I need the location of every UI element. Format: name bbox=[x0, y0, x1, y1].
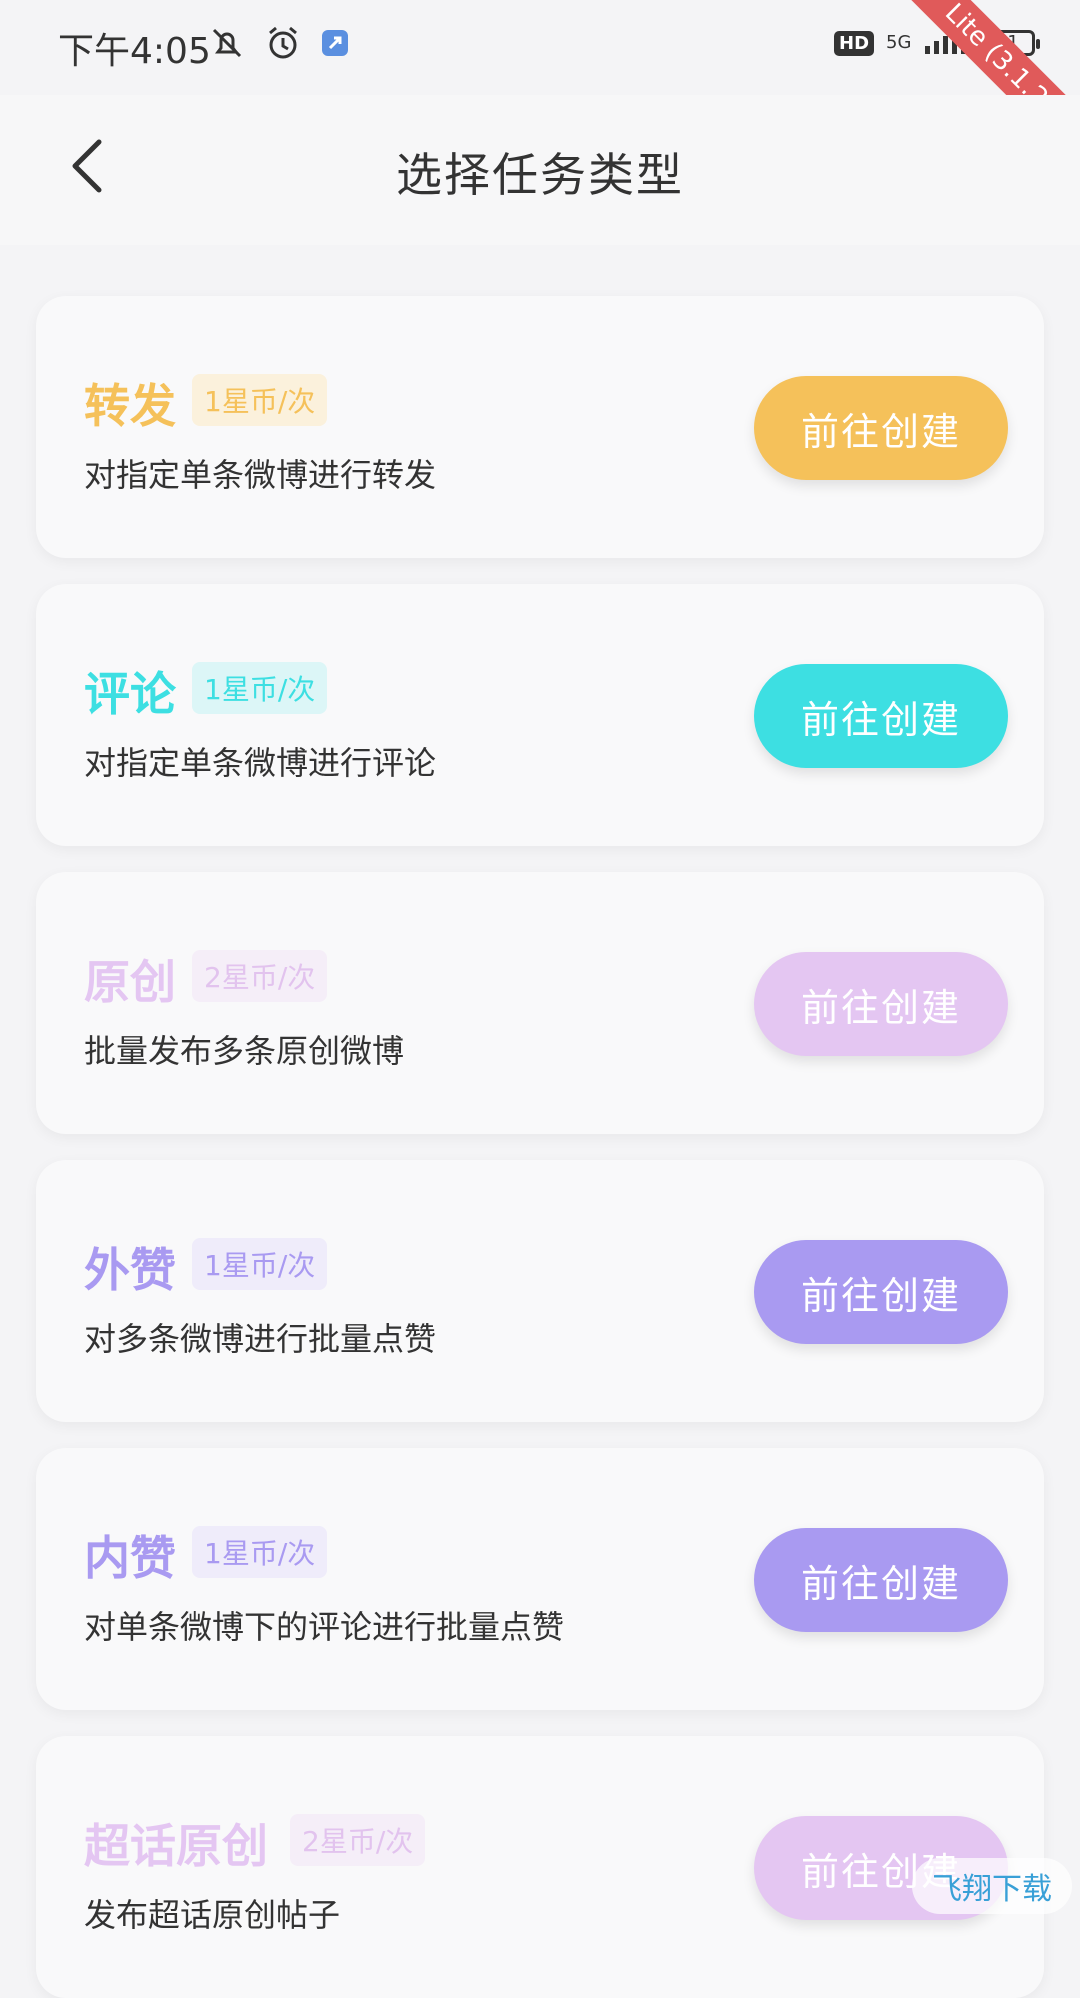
hd-badge: HD bbox=[834, 30, 875, 56]
price-tag: 1星币/次 bbox=[192, 662, 328, 714]
task-title: 评论 bbox=[84, 667, 176, 721]
task-description: 对多条微博进行批量点赞 bbox=[84, 1320, 437, 1358]
price-tag: 1星币/次 bbox=[192, 1238, 328, 1290]
task-description: 发布超话原创帖子 bbox=[84, 1896, 341, 1934]
task-card-external-like: 外赞 1星币/次 对多条微博进行批量点赞 前往创建 bbox=[36, 1160, 1044, 1422]
task-card-comment: 评论 1星币/次 对指定单条微博进行评论 前往创建 bbox=[36, 584, 1044, 846]
task-card-super-topic-original: 超话原创 2星币/次 发布超话原创帖子 前往创建 bbox=[36, 1736, 1044, 1998]
price-tag: 1星币/次 bbox=[192, 374, 328, 426]
task-description: 对单条微博下的评论进行批量点赞 bbox=[84, 1608, 565, 1646]
task-title: 内赞 bbox=[84, 1531, 176, 1585]
app-notification-icon bbox=[320, 28, 350, 62]
task-card-original: 原创 2星币/次 批量发布多条原创微博 前往创建 bbox=[36, 872, 1044, 1134]
status-bar: 下午4:05 HD 5G 71 Lite (3.1.2) bbox=[0, 0, 1080, 173]
create-button[interactable]: 前往创建 bbox=[754, 664, 1008, 768]
status-icons-left bbox=[208, 24, 350, 66]
alarm-icon bbox=[264, 24, 302, 66]
nav-bar: 选择任务类型 bbox=[0, 95, 1080, 245]
create-button[interactable]: 前往创建 bbox=[754, 376, 1008, 480]
create-button[interactable]: 前往创建 bbox=[754, 952, 1008, 1056]
task-title: 原创 bbox=[84, 955, 176, 1009]
page-title: 选择任务类型 bbox=[396, 148, 684, 202]
mute-icon bbox=[208, 24, 246, 66]
watermark-logo: 飞翔下载 bbox=[912, 1858, 1072, 1914]
task-card-repost: 转发 1星币/次 对指定单条微博进行转发 前往创建 bbox=[36, 296, 1044, 558]
task-title: 外赞 bbox=[84, 1243, 176, 1297]
task-description: 对指定单条微博进行评论 bbox=[84, 744, 437, 782]
task-title: 转发 bbox=[84, 379, 176, 433]
status-time: 下午4:05 bbox=[58, 31, 211, 72]
task-card-internal-like: 内赞 1星币/次 对单条微博下的评论进行批量点赞 前往创建 bbox=[36, 1448, 1044, 1710]
price-tag: 1星币/次 bbox=[192, 1526, 328, 1578]
price-tag: 2星币/次 bbox=[290, 1814, 426, 1866]
task-title: 超话原创 bbox=[84, 1819, 268, 1873]
task-description: 批量发布多条原创微博 bbox=[84, 1032, 405, 1070]
create-button[interactable]: 前往创建 bbox=[754, 1240, 1008, 1344]
task-description: 对指定单条微博进行转发 bbox=[84, 456, 437, 494]
network-type: 5G bbox=[886, 32, 912, 53]
price-tag: 2星币/次 bbox=[192, 950, 328, 1002]
create-button[interactable]: 前往创建 bbox=[754, 1528, 1008, 1632]
